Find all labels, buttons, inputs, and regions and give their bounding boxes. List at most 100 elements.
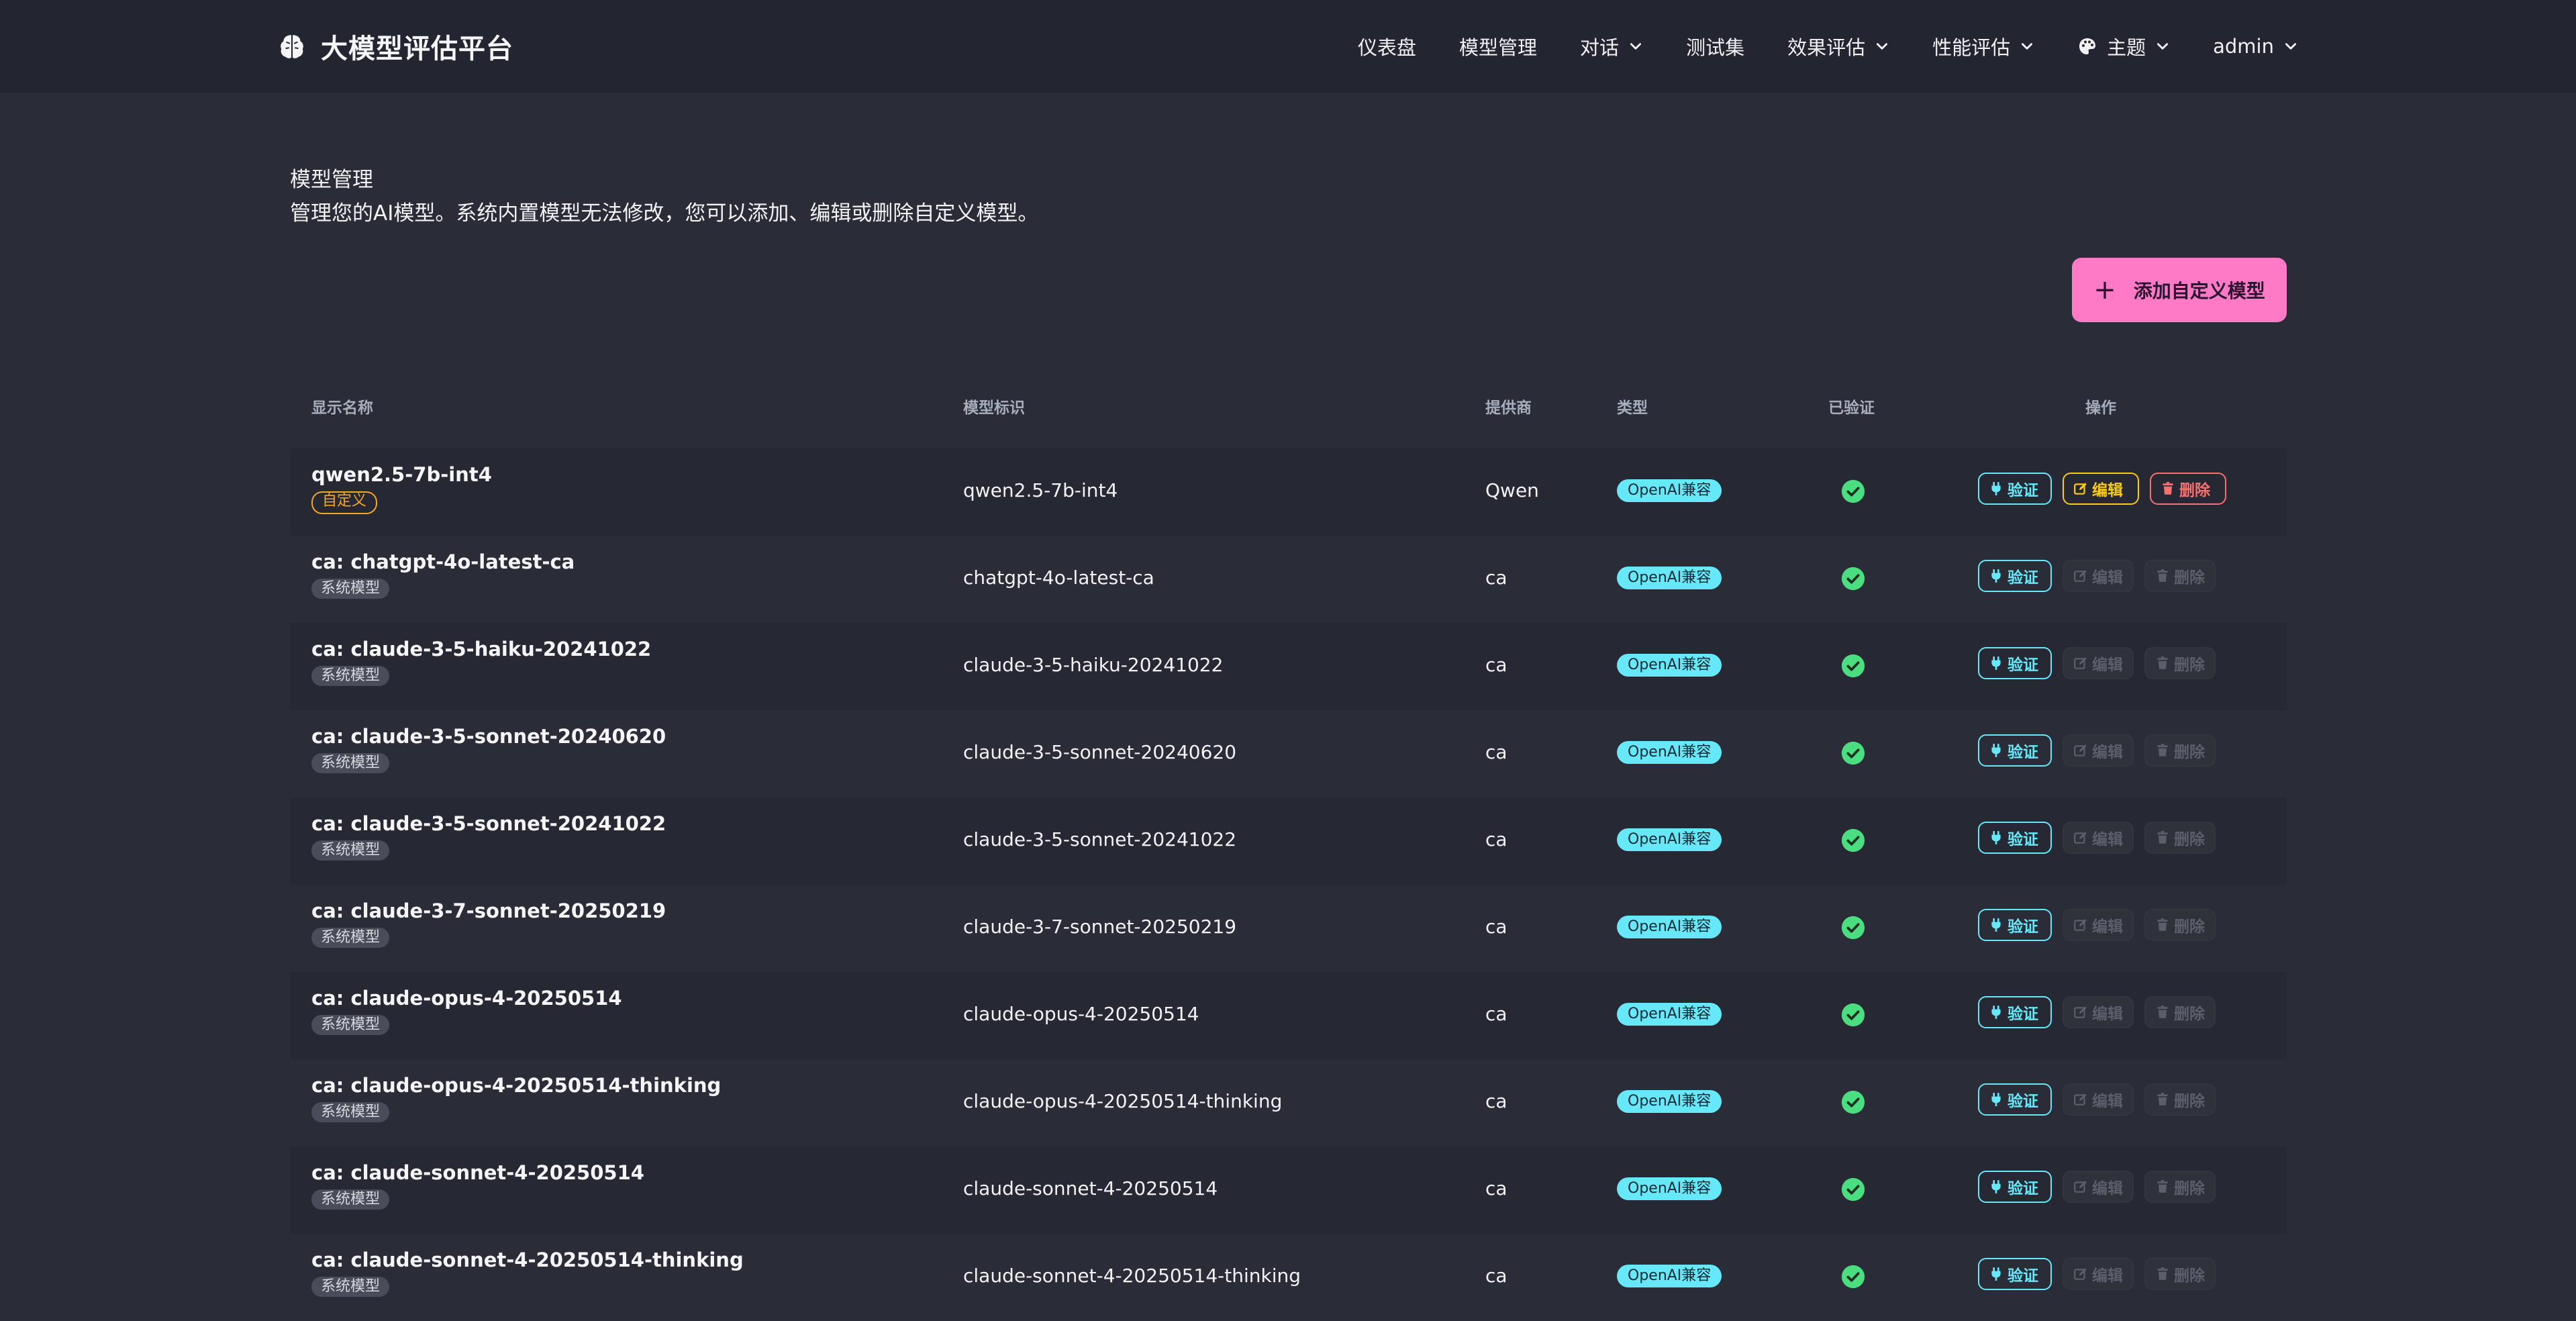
edit-button[interactable]: 编辑 <box>2063 473 2139 505</box>
type-badge: OpenAI兼容 <box>1617 1265 1722 1287</box>
edit-icon <box>2074 483 2087 495</box>
actions-cell: 验证 编辑 删除 <box>1978 822 2216 854</box>
verify-label: 验证 <box>2008 1267 2038 1285</box>
nav-theme[interactable]: 主题 <box>2077 32 2170 60</box>
verify-button[interactable]: 验证 <box>1978 996 2052 1028</box>
verify-label: 验证 <box>2008 744 2038 761</box>
brand[interactable]: 大模型评估平台 <box>278 0 513 93</box>
model-id-cell: claude-sonnet-4-20250514 <box>963 1177 1218 1200</box>
nav-label: 仪表盘 <box>1358 36 1417 59</box>
edit-button: 编辑 <box>2063 647 2134 679</box>
nav-label: 模型管理 <box>1459 36 1538 59</box>
edit-icon <box>2074 1268 2087 1280</box>
table-row: ca: claude-3-5-sonnet-20240620 系统模型 claude… <box>290 710 2287 797</box>
trash-icon <box>2157 1093 2168 1106</box>
verify-button[interactable]: 验证 <box>1978 473 2052 505</box>
verified-cell <box>1840 915 1866 943</box>
trash-icon <box>2163 482 2173 495</box>
model-origin-tag: 自定义 <box>311 491 378 514</box>
nav-test-sets[interactable]: 测试集 <box>1686 32 1744 60</box>
type-cell: OpenAI兼容 <box>1617 479 1722 502</box>
delete-label: 删除 <box>2174 1180 2205 1197</box>
type-cell: OpenAI兼容 <box>1617 567 1722 589</box>
model-id-cell: claude-3-5-sonnet-20240620 <box>963 741 1237 763</box>
verify-button[interactable]: 验证 <box>1978 909 2052 941</box>
edit-label: 编辑 <box>2092 831 2123 848</box>
type-cell: OpenAI兼容 <box>1617 1177 1722 1200</box>
delete-button: 删除 <box>2144 822 2216 854</box>
verify-button[interactable]: 验证 <box>1978 1171 2052 1203</box>
type-badge: OpenAI兼容 <box>1617 741 1722 764</box>
provider-cell: ca <box>1485 654 1507 676</box>
edit-icon <box>2074 1181 2087 1193</box>
nav-quality-eval[interactable]: 效果评估 <box>1787 32 1889 60</box>
verify-label: 验证 <box>2008 918 2038 936</box>
actions-cell: 验证 编辑 删除 <box>1978 1171 2216 1203</box>
edit-label: 编辑 <box>2092 482 2123 499</box>
nav-user-menu[interactable]: admin <box>2213 35 2298 58</box>
verify-button[interactable]: 验证 <box>1978 560 2052 592</box>
verified-check-icon <box>1841 654 1865 678</box>
trash-icon <box>2157 1180 2168 1193</box>
delete-label: 删除 <box>2174 1267 2205 1285</box>
verify-button[interactable]: 验证 <box>1978 647 2052 679</box>
verify-label: 验证 <box>2008 1180 2038 1197</box>
actions-cell: 验证 编辑 删除 <box>1978 560 2216 592</box>
header-provider: 提供商 <box>1485 399 1532 417</box>
model-id-cell: chatgpt-4o-latest-ca <box>963 567 1154 589</box>
actions-cell: 验证 编辑 删除 <box>1978 734 2216 767</box>
verify-label: 验证 <box>2008 831 2038 848</box>
model-id-cell: claude-3-5-haiku-20241022 <box>963 654 1224 676</box>
name-cell: ca: chatgpt-4o-latest-ca 系统模型 <box>311 550 575 599</box>
name-cell: ca: claude-sonnet-4-20250514 系统模型 <box>311 1161 644 1210</box>
type-cell: OpenAI兼容 <box>1617 654 1722 677</box>
provider-cell: ca <box>1485 916 1507 938</box>
actions-cell: 验证 编辑 删除 <box>1978 647 2216 679</box>
model-display-name: ca: claude-3-5-sonnet-20241022 <box>311 812 666 835</box>
model-display-name: ca: chatgpt-4o-latest-ca <box>311 550 575 573</box>
type-cell: OpenAI兼容 <box>1617 741 1722 764</box>
model-origin-tag: 系统模型 <box>311 666 390 686</box>
delete-button: 删除 <box>2144 647 2216 679</box>
verify-button[interactable]: 验证 <box>1978 1083 2052 1116</box>
delete-label: 删除 <box>2174 831 2205 848</box>
nav-chat[interactable]: 对话 <box>1580 32 1643 60</box>
plug-icon <box>1991 1092 2001 1106</box>
nav-performance-eval[interactable]: 性能评估 <box>1932 32 2034 60</box>
add-custom-model-button[interactable]: + 添加自定义模型 <box>2072 258 2287 322</box>
plug-icon <box>1991 1179 2001 1193</box>
verified-check-icon <box>1841 479 1865 503</box>
nav-label: admin <box>2213 35 2274 58</box>
delete-button: 删除 <box>2144 996 2216 1028</box>
edit-button: 编辑 <box>2063 1083 2134 1116</box>
delete-button[interactable]: 删除 <box>2150 473 2226 505</box>
nav-label: 性能评估 <box>1932 36 2011 59</box>
header-name: 显示名称 <box>311 399 373 417</box>
header-type: 类型 <box>1617 399 1648 417</box>
verified-cell <box>1840 740 1866 769</box>
delete-button: 删除 <box>2144 734 2216 767</box>
delete-label: 删除 <box>2174 1093 2205 1110</box>
model-display-name: ca: claude-sonnet-4-20250514-thinking <box>311 1249 744 1271</box>
add-button-label: 添加自定义模型 <box>2133 280 2265 302</box>
actions-cell: 验证 编辑 删除 <box>1978 909 2216 941</box>
verify-button[interactable]: 验证 <box>1978 822 2052 854</box>
nav-dashboard[interactable]: 仪表盘 <box>1358 32 1416 60</box>
model-id-cell: claude-3-5-sonnet-20241022 <box>963 828 1237 850</box>
trash-icon <box>2157 744 2168 756</box>
verify-button[interactable]: 验证 <box>1978 1258 2052 1290</box>
provider-cell: ca <box>1485 1003 1507 1025</box>
edit-label: 编辑 <box>2092 1006 2123 1023</box>
type-cell: OpenAI兼容 <box>1617 1090 1722 1113</box>
name-cell: ca: claude-3-5-sonnet-20241022 系统模型 <box>311 812 666 861</box>
edit-button: 编辑 <box>2063 822 2134 854</box>
verified-check-icon <box>1841 916 1865 940</box>
nav-model-management[interactable]: 模型管理 <box>1459 32 1537 60</box>
provider-cell: ca <box>1485 567 1507 589</box>
verify-button[interactable]: 验证 <box>1978 734 2052 767</box>
model-display-name: qwen2.5-7b-int4 <box>311 463 492 486</box>
verified-cell <box>1840 1264 1866 1292</box>
model-id-cell: claude-sonnet-4-20250514-thinking <box>963 1265 1301 1287</box>
verified-cell <box>1840 479 1866 507</box>
type-cell: OpenAI兼容 <box>1617 828 1722 851</box>
